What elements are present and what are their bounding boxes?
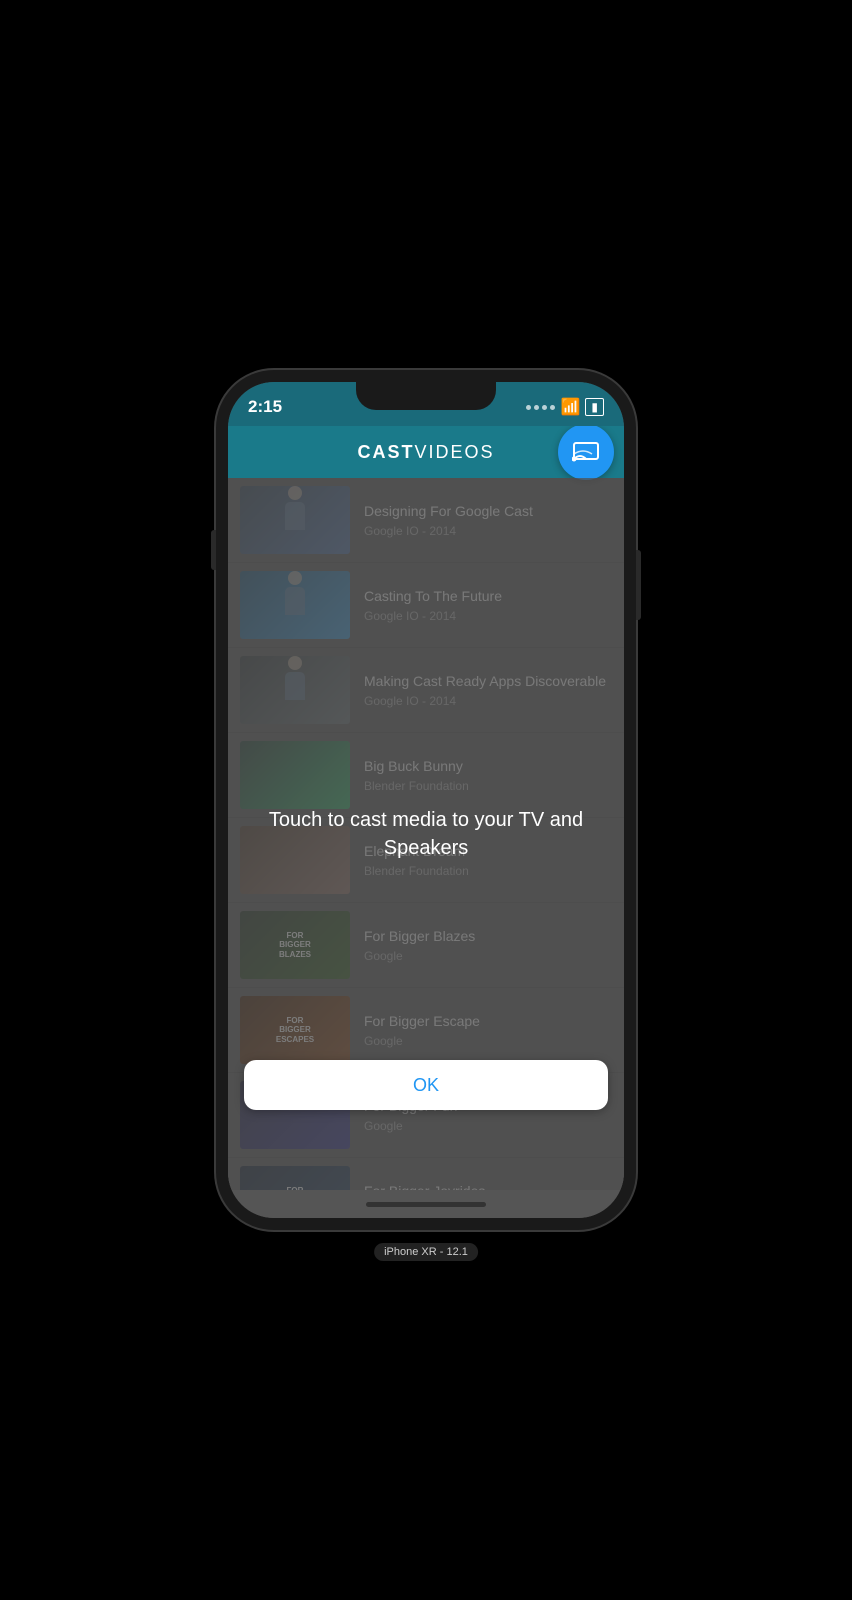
signal-dot — [550, 405, 555, 410]
video-list[interactable]: Designing For Google CastGoogle IO - 201… — [228, 478, 624, 1190]
phone-screen: 2:15 📶 ▮ CASTVIDEOS — [228, 382, 624, 1218]
ok-button-label: OK — [413, 1075, 439, 1096]
status-icons: 📶 ▮ — [526, 397, 604, 417]
home-indicator — [228, 1190, 624, 1218]
signal-dots — [526, 405, 555, 410]
app-title: CASTVIDEOS — [357, 442, 494, 463]
app-header: CASTVIDEOS — [228, 426, 624, 478]
status-time: 2:15 — [248, 397, 282, 417]
cast-icon — [572, 441, 600, 463]
phone-frame: 2:15 📶 ▮ CASTVIDEOS — [216, 370, 636, 1230]
battery-icon: ▮ — [585, 398, 604, 416]
signal-dot — [526, 405, 531, 410]
phone-label: iPhone XR - 12.1 — [374, 1242, 478, 1260]
cast-tooltip-text: Touch to cast media to your TV and Speak… — [228, 786, 624, 882]
ok-button[interactable]: OK — [244, 1060, 608, 1110]
wifi-icon: 📶 — [560, 397, 580, 417]
cast-button[interactable] — [558, 424, 614, 480]
signal-dot — [534, 405, 539, 410]
home-bar — [366, 1202, 486, 1207]
notch — [356, 382, 496, 410]
signal-dot — [542, 405, 547, 410]
